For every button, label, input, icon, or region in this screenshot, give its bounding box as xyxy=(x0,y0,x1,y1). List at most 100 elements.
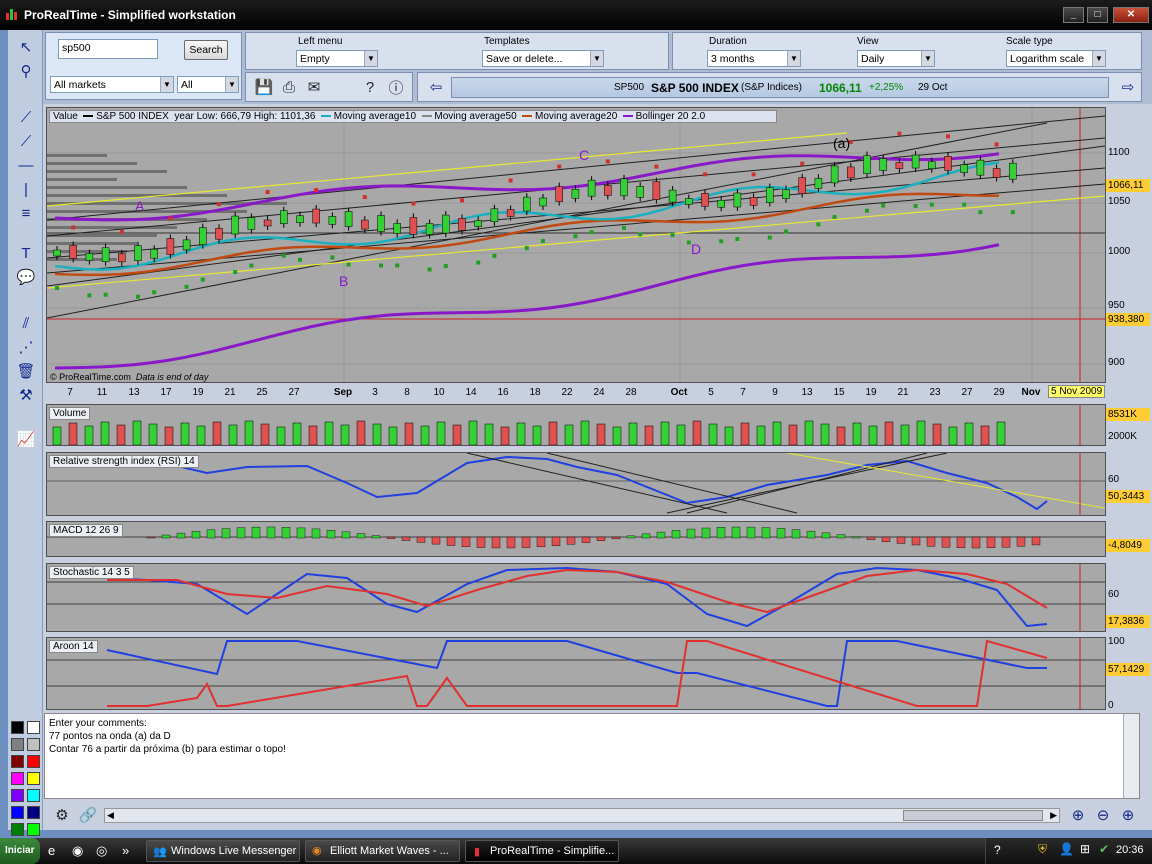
price-tick-1000: 1000 xyxy=(1108,246,1131,257)
color-swatch-lime[interactable] xyxy=(27,823,40,836)
volume-chart[interactable] xyxy=(47,405,1105,445)
ray-tool-icon[interactable]: ⟋ xyxy=(14,130,38,152)
candle-up xyxy=(328,216,337,225)
indicator-icon[interactable]: 📈 xyxy=(14,428,38,450)
link-icon[interactable]: 🔗 xyxy=(76,804,100,826)
close-button[interactable]: ✕ xyxy=(1113,7,1149,23)
macd-histogram-bar xyxy=(536,536,546,548)
shield-icon[interactable]: ⛨ xyxy=(1038,842,1047,857)
trash-icon[interactable]: 🗑 xyxy=(14,360,38,382)
color-swatch-red[interactable] xyxy=(27,755,40,768)
scale-select[interactable]: Logarithm scale ▼ xyxy=(1006,50,1106,67)
stochastic-chart[interactable] xyxy=(47,564,1105,631)
horizontal-line-icon[interactable]: — xyxy=(14,154,38,176)
color-swatch-silver[interactable] xyxy=(27,738,40,751)
search-input[interactable]: sp500 xyxy=(58,39,158,59)
help-tray-icon[interactable]: ? xyxy=(994,843,1001,857)
minimize-button[interactable]: _ xyxy=(1063,7,1084,23)
color-swatch-gray[interactable] xyxy=(11,738,24,751)
parabolic-sar-dot xyxy=(929,202,934,207)
macd-histogram-bar xyxy=(866,536,876,540)
color-swatch-navy[interactable] xyxy=(27,806,40,819)
macd-chart[interactable] xyxy=(47,522,1105,556)
scroll-right-icon[interactable]: ▶ xyxy=(1050,810,1057,821)
zoom-icon[interactable]: ⚲ xyxy=(14,60,38,82)
templates-select[interactable]: Save or delete... ▼ xyxy=(482,50,604,67)
window-title: ProRealTime - Simplified workstation xyxy=(24,8,236,22)
color-swatch-magenta[interactable] xyxy=(11,772,24,785)
left-menu-select[interactable]: Empty ▼ xyxy=(296,50,378,67)
macd-histogram-bar xyxy=(851,536,861,539)
comments-box[interactable]: Enter your comments: 77 pontos na onda (… xyxy=(44,713,1140,799)
color-swatch-cyan[interactable] xyxy=(27,789,40,802)
price-tick-900: 900 xyxy=(1108,357,1125,368)
wave-label-c: C xyxy=(579,147,589,163)
points-tool-icon[interactable]: ⋰ xyxy=(14,336,38,358)
network-icon[interactable]: ⊞ xyxy=(1080,842,1090,856)
task-prorealtime[interactable]: ▮ ProRealTime - Simplifie... xyxy=(465,840,619,862)
market-select[interactable]: All markets ▼ xyxy=(50,76,174,93)
rsi-pane[interactable]: Relative strength index (RSI) 14 xyxy=(46,452,1106,516)
candle-up xyxy=(182,239,191,251)
price-chart-pane[interactable]: A B C D (a) Value S&P 500 INDEX year Low: 66… xyxy=(46,107,1106,383)
task-browser[interactable]: ◉ Elliott Market Waves - ... xyxy=(305,840,460,862)
macd-value: -4,8049 xyxy=(1106,539,1150,552)
type-select[interactable]: All ▼ xyxy=(177,76,239,93)
save-icon[interactable]: 💾 xyxy=(252,76,276,98)
stochastic-pane[interactable]: Stochastic 14 3 5 xyxy=(46,563,1106,632)
maximize-button[interactable]: □ xyxy=(1087,7,1108,23)
start-button[interactable]: Iniciar xyxy=(0,838,40,864)
search-button[interactable]: Search xyxy=(184,40,228,60)
zoom-out-icon[interactable]: ⊖ xyxy=(1091,804,1115,826)
bottom-toolbar: ⚙ 🔗 ◀ ▶ ⊕ ⊖ ⊕ xyxy=(44,802,1142,828)
messenger-tray-icon[interactable]: 👤 xyxy=(1059,842,1074,856)
scroll-left-icon[interactable]: ◀ xyxy=(107,810,114,821)
aroon-chart[interactable] xyxy=(47,638,1105,709)
text-tool-icon[interactable]: T xyxy=(14,242,38,264)
help-icon[interactable]: ? xyxy=(358,76,382,98)
forward-chart-icon[interactable]: ⇨ xyxy=(1116,76,1140,98)
vertical-line-icon[interactable]: | xyxy=(14,178,38,200)
show-more-icon[interactable]: » xyxy=(122,843,129,858)
back-chart-icon[interactable]: ⇦ xyxy=(424,76,448,98)
tools-icon[interactable]: ⚒ xyxy=(14,384,38,406)
color-swatch-blue[interactable] xyxy=(11,806,24,819)
macd-histogram-bar xyxy=(671,530,681,539)
zoom-fit-icon[interactable]: ⊕ xyxy=(1066,804,1090,826)
date-tick: Oct xyxy=(670,387,688,398)
firefox-icon[interactable]: ◉ xyxy=(72,843,83,859)
comment-tool-icon[interactable]: 💬 xyxy=(14,266,38,288)
candle-down xyxy=(847,166,855,179)
task-messenger[interactable]: 👥 Windows Live Messenger xyxy=(146,840,300,862)
zoom-in-icon[interactable]: ⊕ xyxy=(1116,804,1140,826)
volume-pane[interactable]: Volume xyxy=(46,404,1106,446)
aroon-pane[interactable]: Aroon 14 xyxy=(46,637,1106,710)
color-swatch-purple[interactable] xyxy=(11,789,24,802)
horizontal-scrollbar[interactable]: ◀ ▶ xyxy=(104,808,1060,823)
duration-select[interactable]: 3 months ▼ xyxy=(707,50,801,67)
channel-tool-icon[interactable]: ⫽ xyxy=(14,312,38,334)
scroll-thumb[interactable] xyxy=(903,810,1043,821)
color-swatch-yellow[interactable] xyxy=(27,772,40,785)
ie-icon[interactable]: e xyxy=(48,843,55,858)
view-select[interactable]: Daily ▼ xyxy=(857,50,935,67)
security-icon[interactable]: ✔ xyxy=(1099,842,1109,856)
fibonacci-icon[interactable]: ≡ xyxy=(14,202,38,224)
color-swatch-black[interactable] xyxy=(11,721,24,734)
taskbar: Iniciar e ◉ ◎ » 👥 Windows Live Messenger … xyxy=(0,838,1152,864)
rsi-chart[interactable] xyxy=(47,453,1105,515)
info-icon[interactable]: ⓘ xyxy=(384,76,408,98)
media-icon[interactable]: ◎ xyxy=(96,843,107,859)
line-tool-icon[interactable]: ⟋ xyxy=(14,106,38,128)
comments-scrollbar[interactable] xyxy=(1123,714,1139,798)
color-swatch-maroon[interactable] xyxy=(11,755,24,768)
macd-pane[interactable]: MACD 12 26 9 xyxy=(46,521,1106,557)
parabolic-sar-dot xyxy=(346,262,351,267)
chart-settings-icon[interactable]: ⚙ xyxy=(50,804,74,826)
mail-icon[interactable]: ✉ xyxy=(302,76,326,98)
price-chart[interactable]: A B C D (a) xyxy=(47,108,1105,382)
color-swatch-green[interactable] xyxy=(11,823,24,836)
color-swatch-white[interactable] xyxy=(27,721,40,734)
print-icon[interactable]: ⎙ xyxy=(277,76,301,98)
pointer-icon[interactable]: ↖ xyxy=(14,36,38,58)
